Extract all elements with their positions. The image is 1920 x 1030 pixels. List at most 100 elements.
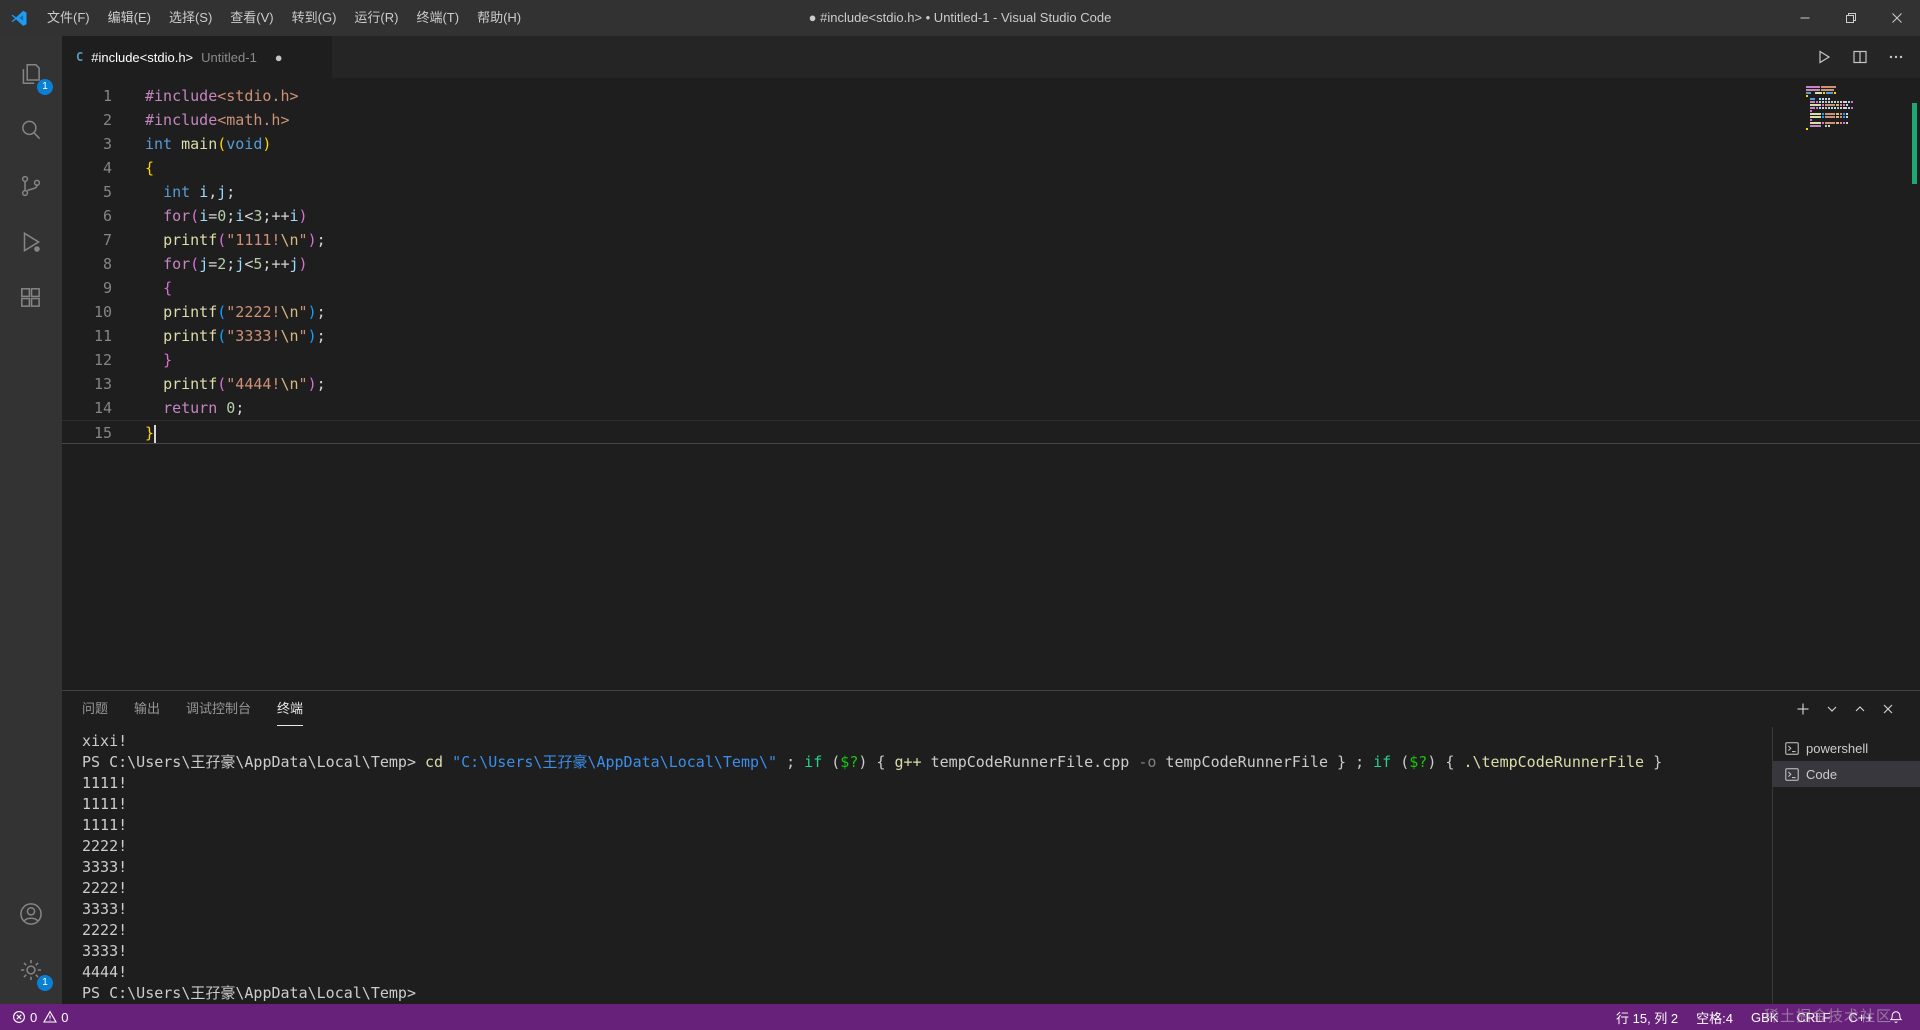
line-number[interactable]: 5 xyxy=(62,180,112,204)
line-number[interactable]: 12 xyxy=(62,348,112,372)
notifications-bell-icon[interactable] xyxy=(1882,1010,1910,1024)
status-item[interactable]: C++ xyxy=(1839,1010,1882,1025)
code-line[interactable]: 8 for(j=2;j<5;++j) xyxy=(62,252,1920,276)
run-debug-icon[interactable] xyxy=(0,214,62,270)
code-line[interactable]: 4{ xyxy=(62,156,1920,180)
terminal-line: xixi! xyxy=(82,732,128,750)
line-content: } xyxy=(163,351,173,369)
line-content: int main(void) xyxy=(145,135,272,153)
restore-button[interactable] xyxy=(1828,0,1874,36)
vscode-logo-icon[interactable] xyxy=(0,9,38,27)
code-line[interactable]: 3 int main(void) xyxy=(62,132,1920,156)
editor-actions xyxy=(1816,36,1920,78)
cpp-file-icon: C xyxy=(76,50,84,64)
dirty-indicator-icon[interactable]: ● xyxy=(275,50,283,65)
line-content: printf("1111!\n"); xyxy=(163,231,326,249)
settings-gear-icon[interactable]: 1 xyxy=(0,942,62,998)
settings-badge: 1 xyxy=(37,975,53,991)
terminal-dropdown-button[interactable] xyxy=(1826,703,1838,715)
panel-tab[interactable]: 问题 xyxy=(82,691,108,726)
line-number[interactable]: 8 xyxy=(62,252,112,276)
editor-tab[interactable]: C #include<stdio.h> Untitled-1 ● xyxy=(62,36,332,78)
new-terminal-button[interactable] xyxy=(1796,702,1810,716)
menu-item[interactable]: 运行(R) xyxy=(345,5,407,31)
line-number[interactable]: 6 xyxy=(62,204,112,228)
problems-summary[interactable]: 0 0 xyxy=(12,1010,68,1025)
code-line[interactable]: 12 } xyxy=(62,348,1920,372)
split-editor-button[interactable] xyxy=(1852,49,1868,65)
maximize-panel-button[interactable] xyxy=(1854,703,1866,715)
menu-item[interactable]: 文件(F) xyxy=(38,5,99,31)
minimap-line xyxy=(1806,122,1902,124)
code-line[interactable]: 7 printf("1111!\n"); xyxy=(62,228,1920,252)
close-panel-button[interactable] xyxy=(1882,703,1894,715)
panel-tab[interactable]: 输出 xyxy=(134,691,160,726)
vscode-window: 文件(F) 编辑(E) 选择(S) 查看(V) 转到(G) 运行(R) 终端(T) 帮助(H)… xyxy=(0,0,1920,1030)
extensions-icon[interactable] xyxy=(0,270,62,326)
code-line[interactable]: 1 #include<stdio.h> xyxy=(62,84,1920,108)
status-item[interactable]: 空格:4 xyxy=(1687,1008,1742,1027)
status-item[interactable]: CRLF xyxy=(1787,1010,1839,1025)
line-number[interactable]: 10 xyxy=(62,300,112,324)
accounts-icon[interactable] xyxy=(0,886,62,942)
code-line[interactable]: 10 printf("2222!\n"); xyxy=(62,300,1920,324)
line-content: printf("3333!\n"); xyxy=(163,327,326,345)
line-number[interactable]: 4 xyxy=(62,156,112,180)
terminal-list-item[interactable]: powershell xyxy=(1773,735,1920,761)
line-number[interactable]: 11 xyxy=(62,324,112,348)
terminal-list-item[interactable]: Code xyxy=(1773,761,1920,787)
line-number[interactable]: 14 xyxy=(62,396,112,420)
panel-header: 问题 输出 调试控制台 终端 xyxy=(62,691,1920,727)
line-number[interactable]: 7 xyxy=(62,228,112,252)
line-number[interactable]: 9 xyxy=(62,276,112,300)
panel-tab[interactable]: 调试控制台 xyxy=(186,691,251,726)
code-line[interactable]: 15} xyxy=(62,420,1920,444)
code-editor[interactable]: 1 #include<stdio.h> 2 #include<math.h> 3 int … xyxy=(62,78,1920,690)
menu-item[interactable]: 选择(S) xyxy=(160,5,221,31)
terminal-line: 4444! xyxy=(82,963,128,981)
menu-item[interactable]: 查看(V) xyxy=(221,5,282,31)
minimap[interactable] xyxy=(1806,86,1902,131)
status-item[interactable]: 行 15, 列 2 xyxy=(1607,1008,1687,1027)
panel-tab[interactable]: 终端 xyxy=(277,691,304,726)
line-content: { xyxy=(145,159,155,177)
code-line[interactable]: 6 for(i=0;i<3;++i) xyxy=(62,204,1920,228)
minimap-line xyxy=(1806,128,1902,130)
explorer-icon[interactable]: 1 xyxy=(0,46,62,102)
line-content: printf("2222!\n"); xyxy=(163,303,326,321)
minimap-line xyxy=(1806,119,1902,121)
status-item[interactable]: GBK xyxy=(1742,1010,1787,1025)
code-line[interactable]: 14 return 0; xyxy=(62,396,1920,420)
run-code-button[interactable] xyxy=(1816,49,1832,65)
line-number[interactable]: 13 xyxy=(62,372,112,396)
search-icon[interactable] xyxy=(0,102,62,158)
line-number[interactable]: 3 xyxy=(62,132,112,156)
line-number[interactable]: 1 xyxy=(62,84,112,108)
code-line[interactable]: 2 #include<math.h> xyxy=(62,108,1920,132)
code-line[interactable]: 13 printf("4444!\n"); xyxy=(62,372,1920,396)
code-line[interactable]: 11 printf("3333!\n"); xyxy=(62,324,1920,348)
close-window-button[interactable] xyxy=(1874,0,1920,36)
terminal-line: PS C:\Users\王孖豪\AppData\Local\Temp> cd "… xyxy=(82,753,1663,771)
minimize-button[interactable] xyxy=(1782,0,1828,36)
more-actions-button[interactable] xyxy=(1888,49,1904,65)
main-area: 1 1 C #include<stdio.h> Untitled-1 ● 1 #… xyxy=(0,36,1920,1004)
activity-bar-bottom: 1 xyxy=(0,886,62,1004)
tab-bar: C #include<stdio.h> Untitled-1 ● xyxy=(62,36,1920,78)
line-content: { xyxy=(163,279,173,297)
line-number[interactable]: 15 xyxy=(62,421,112,443)
menu-item[interactable]: 帮助(H) xyxy=(468,5,530,31)
terminal-output[interactable]: xixi! PS C:\Users\王孖豪\AppData\Local\Temp>… xyxy=(62,727,1772,1004)
menu-item[interactable]: 编辑(E) xyxy=(99,5,160,31)
minimap-line xyxy=(1806,101,1902,103)
line-number[interactable]: 2 xyxy=(62,108,112,132)
statusbar-items: 行 15, 列 2 空格:4 GBK CRLF C++ xyxy=(1607,1008,1882,1027)
menu-item[interactable]: 终端(T) xyxy=(407,5,468,31)
terminal-icon xyxy=(1785,741,1799,755)
code-line[interactable]: 9 { xyxy=(62,276,1920,300)
error-count: 0 xyxy=(30,1009,38,1025)
line-content: int i,j; xyxy=(163,183,236,201)
source-control-icon[interactable] xyxy=(0,158,62,214)
code-line[interactable]: 5 int i,j; xyxy=(62,180,1920,204)
menu-item[interactable]: 转到(G) xyxy=(283,5,346,31)
